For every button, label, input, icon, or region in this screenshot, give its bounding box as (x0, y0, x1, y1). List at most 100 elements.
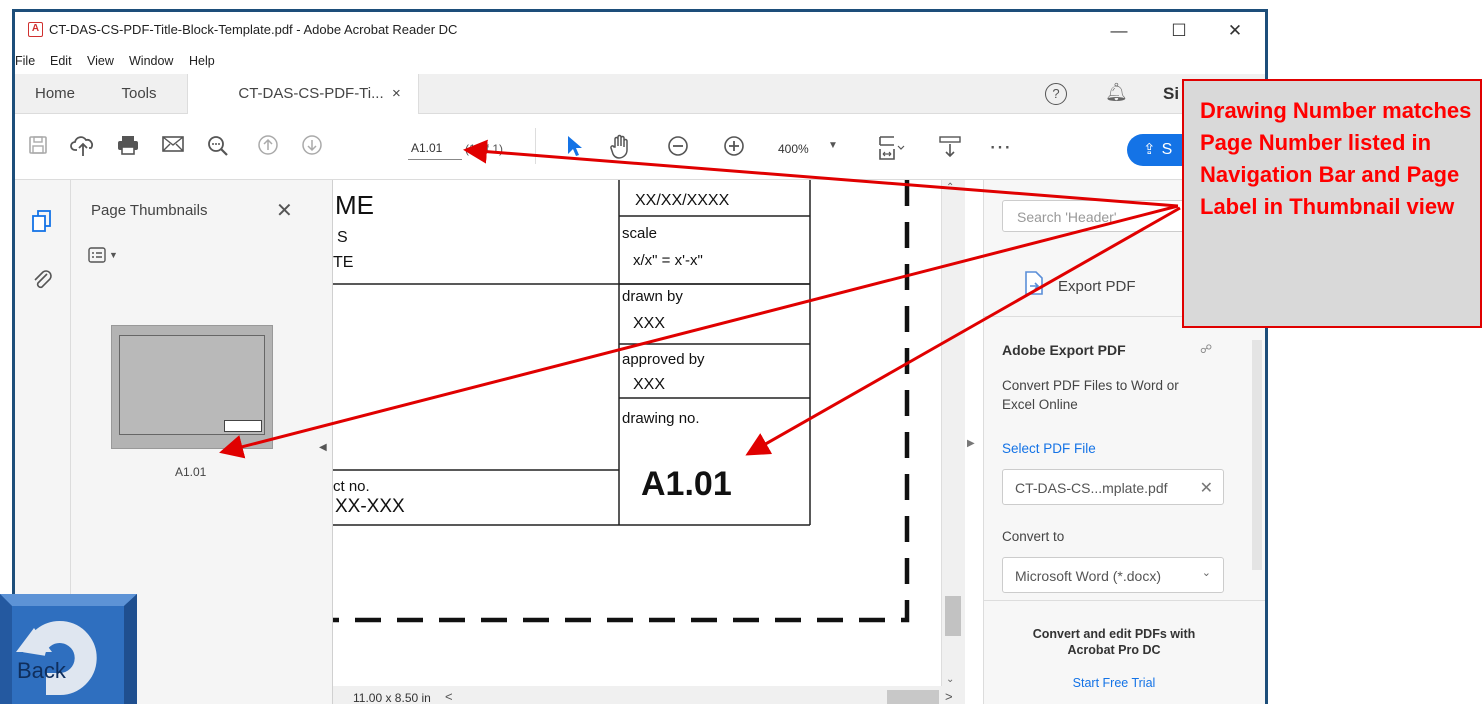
promo-text: Convert and edit PDFs with Acrobat Pro D… (1032, 627, 1196, 657)
zoom-out-icon[interactable] (665, 134, 691, 160)
export-pdf-tool[interactable]: Export PDF (1058, 278, 1136, 295)
page-thumbnails-icon[interactable] (29, 208, 55, 234)
expand-right-panel-icon[interactable]: ▶ (967, 438, 975, 449)
panel-scrollbar[interactable] (1252, 340, 1262, 570)
email-icon[interactable] (160, 134, 186, 160)
menu-help[interactable]: Help (189, 54, 215, 68)
sign-in-link[interactable]: Si (1163, 84, 1179, 104)
drawing-no-label: drawing no. (622, 410, 700, 427)
menu-window[interactable]: Window (129, 54, 173, 68)
options-chevron-down-icon: ▼ (109, 250, 118, 260)
toolbar-divider (535, 128, 536, 164)
page-thumbnail[interactable] (111, 325, 273, 449)
selected-file-name: CT-DAS-CS...mplate.pdf (1015, 480, 1168, 496)
tab-document-label: CT-DAS-CS-PDF-Ti... (238, 85, 384, 102)
select-arrow-icon[interactable] (561, 134, 587, 160)
menu-edit[interactable]: Edit (50, 54, 72, 68)
export-pdf-icon (1022, 270, 1046, 296)
horizontal-scroll-thumb[interactable] (887, 690, 939, 704)
export-description: Convert PDF Files to Word or Excel Onlin… (1002, 378, 1179, 412)
vertical-scroll-thumb[interactable] (945, 596, 961, 636)
tab-close-icon[interactable]: × (392, 74, 401, 114)
pdf-page: ME S TE XX/XX/XXXX scale x/x" = x'-x" dr… (333, 180, 941, 700)
scroll-down-icon[interactable]: ⌄ (946, 674, 954, 685)
thumbnails-close-icon[interactable]: ✕ (276, 198, 293, 223)
export-info-icon: ☍ (1200, 342, 1213, 356)
back-button[interactable]: Back (0, 594, 137, 704)
help-icon[interactable]: ? (1045, 83, 1067, 105)
menu-bar: File Edit View Window Help (15, 48, 1265, 74)
share-icon: ⇪ (1143, 141, 1156, 158)
maximize-button[interactable]: ☐ (1159, 18, 1199, 44)
page-size-label: 11.00 x 8.50 in (353, 691, 431, 704)
convert-format-select[interactable]: Microsoft Word (*.docx) ⌄ (1002, 557, 1224, 593)
scroll-mode-icon[interactable] (937, 134, 963, 160)
tab-home[interactable]: Home (23, 74, 87, 114)
close-window-button[interactable]: ✕ (1215, 18, 1255, 44)
scroll-left-icon[interactable]: < (445, 689, 453, 704)
project-no-value: XX-XXX (335, 496, 405, 517)
thumbnail-page-preview (119, 335, 265, 435)
collapse-left-panel-icon[interactable]: ◀ (319, 442, 327, 453)
title-line-2: S (337, 229, 348, 246)
zoom-level-select[interactable]: 400% (778, 142, 809, 156)
thumbnail-options-button[interactable]: ▼ (87, 246, 123, 266)
approved-by-value: XXX (633, 376, 666, 393)
upload-icon[interactable] (70, 134, 96, 160)
selected-file-field[interactable]: CT-DAS-CS...mplate.pdf ✕ (1002, 469, 1224, 505)
drawn-by-value: XXX (633, 315, 666, 332)
back-label: Back (17, 658, 66, 683)
start-free-trial-link[interactable]: Start Free Trial (1014, 676, 1214, 690)
save-icon[interactable] (25, 134, 51, 160)
drawing-title-fragment: ME (335, 190, 374, 220)
document-view[interactable]: ME S TE XX/XX/XXXX scale x/x" = x'-x" dr… (333, 180, 941, 700)
prev-page-icon[interactable] (255, 134, 281, 160)
drawn-by-label: drawn by (622, 288, 683, 305)
share-label: S (1161, 141, 1173, 158)
project-no-label: ct no. (333, 478, 370, 495)
scroll-right-icon[interactable]: > (945, 689, 953, 704)
thumbnail-title-block (224, 420, 262, 432)
zoom-in-icon[interactable] (721, 134, 747, 160)
tab-document[interactable]: CT-DAS-CS-PDF-Ti... × (187, 74, 419, 114)
minimize-button[interactable]: — (1099, 18, 1139, 44)
next-page-icon[interactable] (299, 134, 325, 160)
acrobat-window: A CT-DAS-CS-PDF-Title-Block-Template.pdf… (12, 9, 1268, 704)
fit-page-icon[interactable] (877, 134, 905, 160)
title-bar: A CT-DAS-CS-PDF-Title-Block-Template.pdf… (15, 12, 1265, 48)
thumbnail-page-label: A1.01 (175, 465, 207, 479)
tab-tools[interactable]: Tools (107, 74, 171, 114)
bell-icon[interactable]: 🔔︎ (1105, 82, 1128, 103)
vertical-scrollbar[interactable]: ⌃ ⌄ (941, 180, 965, 700)
approved-by-label: approved by (622, 351, 705, 368)
convert-format-value: Microsoft Word (*.docx) (1015, 568, 1161, 584)
page-number-input[interactable]: A1.01 (408, 138, 462, 160)
title-line-3: TE (333, 254, 354, 271)
pdf-app-icon: A (28, 22, 43, 37)
convert-to-label: Convert to (1002, 529, 1065, 544)
window-title: CT-DAS-CS-PDF-Title-Block-Template.pdf -… (49, 22, 458, 37)
callout-text: Drawing Number matches Page Number liste… (1200, 98, 1472, 219)
screenshot-stage: A CT-DAS-CS-PDF-Title-Block-Template.pdf… (0, 0, 1482, 704)
menu-file[interactable]: File (15, 54, 35, 68)
scale-value: x/x" = x'-x" (633, 252, 703, 269)
page-count-label: (1 of 1) (465, 142, 504, 156)
scale-label: scale (622, 225, 658, 242)
attachment-paperclip-icon[interactable] (31, 268, 55, 292)
zoom-chevron-down-icon[interactable]: ▼ (828, 140, 838, 151)
horizontal-scrollbar[interactable]: 11.00 x 8.50 in < > (333, 686, 965, 704)
menu-view[interactable]: View (87, 54, 114, 68)
zoom-search-icon[interactable] (205, 134, 231, 160)
format-chevron-down-icon: ⌄ (1201, 567, 1211, 579)
thumbnails-panel-title: Page Thumbnails (91, 202, 208, 219)
remove-file-icon[interactable]: ✕ (1200, 478, 1213, 498)
more-icon[interactable]: ⋯ (987, 134, 1013, 160)
print-icon[interactable] (115, 134, 141, 160)
scroll-up-icon[interactable]: ⌃ (946, 182, 954, 193)
main-toolbar: A1.01 (1 of 1) 400% ▼ ⋯ ⇪ S (15, 114, 1265, 180)
tab-bar: Home Tools CT-DAS-CS-PDF-Ti... × ? 🔔︎ Si (15, 74, 1265, 114)
select-pdf-file-link[interactable]: Select PDF File (1002, 441, 1096, 456)
hand-icon[interactable] (607, 134, 633, 160)
adobe-export-pdf-heading: Adobe Export PDF (1002, 342, 1126, 358)
annotation-callout: Drawing Number matches Page Number liste… (1182, 79, 1482, 328)
